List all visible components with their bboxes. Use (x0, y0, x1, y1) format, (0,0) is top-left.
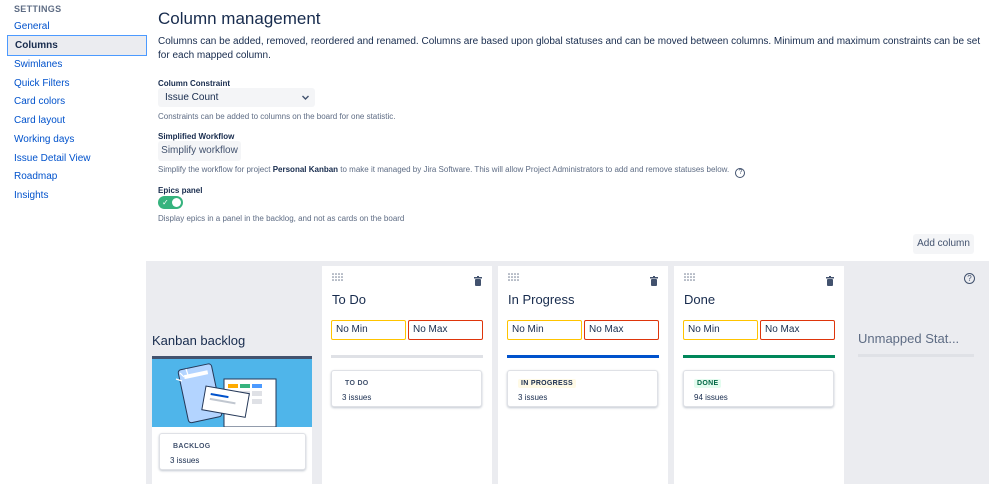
sidebar-item-working-days[interactable]: Working days (7, 129, 147, 150)
epics-panel-label: Epics panel (158, 186, 203, 195)
min-constraint-input[interactable]: No Min (683, 320, 758, 340)
max-constraint-input[interactable]: No Max (408, 320, 483, 340)
simplify-help-suffix: to make it managed by Jira Software. Thi… (338, 165, 730, 174)
status-lozenge: TO DO (342, 379, 372, 388)
backlog-illustration (152, 359, 312, 427)
trash-icon[interactable] (474, 273, 482, 286)
board-column-todo[interactable]: To Do No Min No Max TO DO 3 issues (322, 266, 492, 484)
sidebar-item-card-layout[interactable]: Card layout (7, 110, 147, 131)
epics-panel-help: Display epics in a panel in the backlog,… (158, 214, 405, 223)
sidebar-item-general[interactable]: General (7, 16, 147, 37)
status-lozenge: BACKLOG (170, 442, 214, 451)
chevron-down-icon (301, 88, 310, 114)
status-card[interactable]: DONE 94 issues (683, 370, 834, 407)
column-title[interactable]: In Progress (508, 292, 574, 307)
check-icon: ✓ (162, 198, 169, 207)
column-constraint-label: Column Constraint (158, 79, 230, 88)
add-column-button[interactable]: Add column (913, 234, 974, 254)
simplified-workflow-help: Simplify the workflow for project Person… (158, 165, 746, 178)
backlog-status-card[interactable]: BACKLOG 3 issues (159, 433, 306, 470)
column-status-bar (683, 355, 835, 358)
unmapped-statuses-title: Unmapped Stat... (858, 331, 960, 346)
status-card[interactable]: TO DO 3 issues (331, 370, 482, 407)
column-constraint-value: Issue Count (165, 92, 219, 103)
drag-handle-icon[interactable] (332, 273, 344, 282)
status-issue-count: 94 issues (694, 393, 728, 402)
status-card[interactable]: IN PROGRESS 3 issues (507, 370, 658, 407)
page-description: Columns can be added, removed, reordered… (158, 36, 981, 61)
trash-icon[interactable] (826, 273, 834, 286)
board-column-done[interactable]: Done No Min No Max DONE 94 issues (674, 266, 844, 484)
sidebar-heading: SETTINGS (14, 4, 62, 14)
status-issue-count: 3 issues (518, 393, 548, 402)
status-lozenge: DONE (694, 379, 722, 388)
simplify-workflow-button[interactable]: Simplify workflow (158, 141, 241, 161)
sidebar-item-columns[interactable]: Columns (7, 35, 147, 56)
column-constraint-select[interactable]: Issue Count (158, 88, 315, 107)
unmapped-status-bar (858, 354, 974, 357)
column-status-bar (331, 355, 483, 358)
epics-panel-toggle[interactable]: ✓ (158, 196, 183, 209)
project-name: Personal Kanban (272, 165, 339, 174)
max-constraint-input[interactable]: No Max (760, 320, 835, 340)
sidebar-item-roadmap[interactable]: Roadmap (7, 166, 147, 187)
board-column-in-progress[interactable]: In Progress No Min No Max IN PROGRESS 3 … (498, 266, 668, 484)
column-title[interactable]: Done (684, 292, 715, 307)
kanban-backlog-title: Kanban backlog (152, 333, 246, 348)
column-constraint-help: Constraints can be added to columns on t… (158, 112, 396, 121)
trash-icon[interactable] (650, 273, 658, 286)
sidebar-item-insights[interactable]: Insights (7, 185, 147, 206)
settings-sidebar: SETTINGS General Columns Swimlanes Quick… (0, 0, 150, 484)
simplify-help-prefix: Simplify the workflow for project (158, 165, 273, 174)
column-title[interactable]: To Do (332, 292, 366, 307)
min-constraint-input[interactable]: No Min (507, 320, 582, 340)
toggle-knob (172, 198, 181, 207)
column-status-bar (507, 355, 659, 358)
status-lozenge: IN PROGRESS (518, 379, 576, 388)
sidebar-item-card-colors[interactable]: Card colors (7, 91, 147, 112)
drag-handle-icon[interactable] (508, 273, 520, 282)
question-circle-icon[interactable]: ? (964, 273, 975, 284)
question-circle-icon[interactable]: ? (735, 168, 746, 178)
min-constraint-input[interactable]: No Min (331, 320, 406, 340)
drag-handle-icon[interactable] (684, 273, 696, 282)
status-issue-count: 3 issues (170, 456, 200, 465)
simplified-workflow-label: Simplified Workflow (158, 132, 235, 141)
sidebar-item-swimlanes[interactable]: Swimlanes (7, 54, 147, 75)
status-issue-count: 3 issues (342, 393, 372, 402)
page-title: Column management (158, 9, 321, 28)
max-constraint-input[interactable]: No Max (584, 320, 659, 340)
